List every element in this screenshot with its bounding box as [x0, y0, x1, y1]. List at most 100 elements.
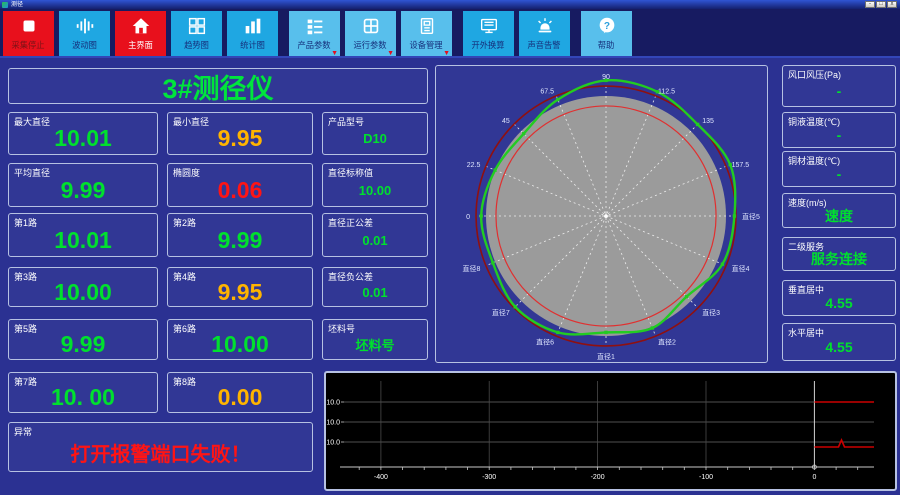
toolbar-button-product[interactable]: 产品参数 ▼ [289, 11, 340, 57]
toolbar-button-label: 主界面 [128, 40, 153, 50]
metric-panel-max-diameter: 最大直径 10.01 [8, 112, 158, 155]
toolbar-button-wave[interactable]: 波动图 [59, 11, 110, 56]
metric-value: 10.01 [54, 226, 112, 253]
metric-panel-plus-tolerance: 直径正公差 0.01 [322, 213, 428, 257]
svg-text:直径4: 直径4 [732, 264, 750, 273]
svg-text:135: 135 [702, 118, 714, 125]
svg-text:10.0: 10.0 [326, 440, 340, 447]
status-panel-speed: 速度(m/s) 速度 [782, 193, 896, 228]
cross-section-chart: 90 112.5 135 157.5 直径5 直径4 直径3 直径2 直径1 直径6 直径7 直径8 0… [462, 74, 760, 361]
svg-text:-400: -400 [374, 474, 388, 481]
trend-chart: 10.0 10.0 10.0 -400 -300 -200 -100 0 [326, 381, 874, 481]
waveform-icon [74, 15, 96, 37]
toolbar-button-convert[interactable]: 开外换算 [463, 11, 514, 56]
svg-text:112.5: 112.5 [658, 88, 675, 95]
toolbar-button-acq-stop[interactable]: 采集停止 [3, 11, 54, 56]
toolbar-button-run[interactable]: 运行参数 ▼ [345, 11, 396, 57]
minimize-button[interactable]: - [865, 1, 875, 8]
metric-panel-channel-7: 第7路 10. 00 [8, 372, 158, 413]
metric-panel-channel-3: 第3路 10.00 [8, 267, 158, 307]
metric-panel-ovality: 椭圆度 0.06 [167, 163, 313, 207]
svg-text:直径7: 直径7 [492, 308, 510, 317]
toolbar-button-label: 运行参数 [353, 40, 388, 50]
svg-text:90: 90 [602, 74, 610, 81]
maximize-button[interactable]: □ [876, 1, 886, 8]
status-value: 4.55 [825, 295, 853, 311]
windows-icon [186, 15, 208, 37]
metric-panel-channel-4: 第4路 9.95 [167, 267, 313, 307]
svg-text:直径3: 直径3 [702, 308, 720, 317]
status-panel-horizontal-center: 水平居中 4.55 [782, 323, 896, 361]
svg-text:157.5: 157.5 [732, 162, 750, 169]
svg-text:直径6: 直径6 [536, 338, 554, 347]
toolbar-button-label: 设备管理 [409, 40, 444, 50]
svg-text:10.0: 10.0 [326, 420, 340, 427]
alarm-icon [534, 15, 556, 37]
svg-text:10.0: 10.0 [326, 400, 340, 407]
status-panel-material-temp: 铜材温度(℃) - [782, 151, 896, 187]
cross-section-panel: 90 112.5 135 157.5 直径5 直径4 直径3 直径2 直径1 直径6 直径7 直径8 0… [435, 65, 768, 363]
metric-panel-avg-diameter: 平均直径 9.99 [8, 163, 158, 207]
svg-text:0: 0 [466, 214, 470, 221]
window-title: 测径 [11, 1, 24, 8]
status-panel-secondary-service: 二级服务 服务连接 [782, 237, 896, 271]
status-panel-vertical-center: 垂直居中 4.55 [782, 280, 896, 316]
close-button[interactable]: x [887, 1, 897, 8]
svg-text:直径8: 直径8 [462, 264, 480, 273]
svg-text:45: 45 [502, 118, 510, 125]
metric-value: 0.01 [362, 284, 388, 300]
metric-value: D10 [363, 131, 387, 146]
status-value: - [836, 83, 842, 99]
metric-panel-channel-2: 第2路 9.99 [167, 213, 313, 257]
metric-value: 9.99 [60, 331, 106, 357]
toolbar-button-label: 采集停止 [11, 40, 46, 50]
metric-value: 9.95 [217, 278, 263, 305]
toolbar-button-label: 开外换算 [471, 40, 506, 50]
toolbar-button-main[interactable]: 主界面 [115, 11, 166, 56]
metric-value: 10.00 [54, 278, 112, 305]
status-panel-air-pressure: 风口风压(Pa) - [782, 65, 896, 107]
trend-chart-panel: 10.0 10.0 10.0 -400 -300 -200 -100 0 [324, 371, 897, 491]
list-icon [304, 15, 326, 37]
metric-panel-billet-no: 坯料号 坯料号 [322, 319, 428, 360]
toolbar-button-stats[interactable]: 统计图 [227, 11, 278, 56]
toolbar-button-sound[interactable]: 声音告警 [519, 11, 570, 56]
dropdown-arrow-icon[interactable]: ▼ [331, 50, 338, 57]
toolbar-button-label: 产品参数 [297, 40, 332, 50]
dropdown-arrow-icon[interactable]: ▼ [387, 50, 394, 57]
metric-panel-min-diameter: 最小直径 9.95 [167, 112, 313, 155]
metric-value: 坯料号 [355, 338, 395, 353]
metric-value: 9.99 [60, 176, 106, 203]
svg-text:67.5: 67.5 [540, 88, 554, 95]
svg-text:0: 0 [812, 474, 816, 481]
svg-text:-100: -100 [699, 474, 713, 481]
metric-value: 9.95 [217, 125, 263, 151]
barchart-icon [242, 15, 264, 37]
metric-value: 10.01 [54, 125, 112, 151]
metric-panel-minus-tolerance: 直径负公差 0.01 [322, 267, 428, 307]
dropdown-arrow-icon[interactable]: ▼ [443, 50, 450, 57]
alarm-panel: 异常 打开报警端口失败！ [8, 422, 313, 472]
svg-text:22.5: 22.5 [467, 162, 481, 169]
device-icon [416, 15, 438, 37]
svg-text:-300: -300 [482, 474, 496, 481]
toolbar-button-help[interactable]: ? 帮助 [581, 11, 632, 56]
toolbar-button-trend[interactable]: 趋势图 [171, 11, 222, 56]
metric-panel-channel-1: 第1路 10.01 [8, 213, 158, 257]
gauge-title: 3#测径仪 [162, 73, 274, 104]
toolbar-button-device[interactable]: 设备管理 ▼ [401, 11, 452, 57]
toolbar-button-label: 帮助 [598, 40, 615, 50]
metric-panel-nominal-diameter: 直径标称值 10.00 [322, 163, 428, 207]
svg-text:直径2: 直径2 [658, 338, 676, 347]
toolbar: 采集停止 波动图 主界面 趋势图 统计图 产品参数 ▼ 运行参数 ▼ 设备管理 ▼ 开外换算 声音告警?… [0, 9, 900, 58]
svg-text:?: ? [603, 21, 609, 32]
status-value: 服务连接 [811, 251, 867, 267]
gauge-title-panel: 3#测径仪 [8, 68, 428, 104]
metric-value: 10.00 [211, 331, 269, 357]
metric-value: 9.99 [217, 226, 263, 253]
grid-icon [360, 15, 382, 37]
home-icon [130, 15, 152, 37]
metric-panel-product-model: 产品型号 D10 [322, 112, 428, 155]
toolbar-button-label: 波动图 [72, 40, 97, 50]
help-icon: ? [596, 15, 618, 37]
